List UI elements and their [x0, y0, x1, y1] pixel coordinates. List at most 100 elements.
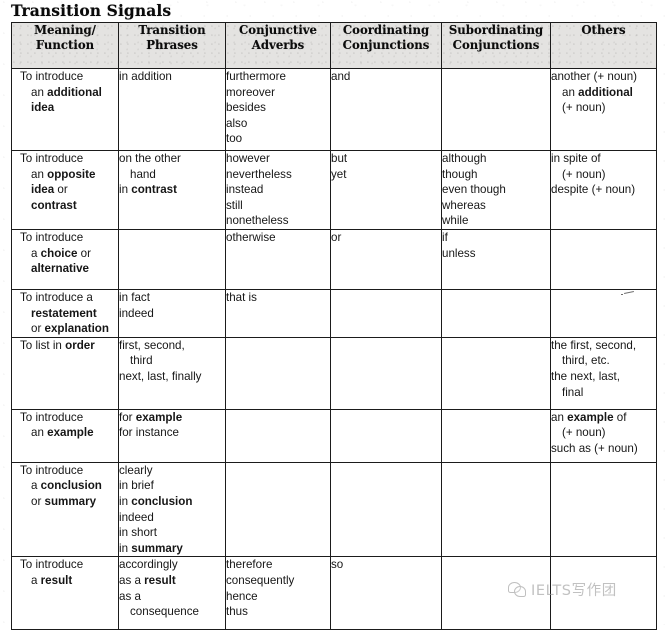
- cell-transition-phrases: [118, 228, 226, 290]
- cell-subordinating-conjunctions: although though even though whereas while: [441, 150, 551, 230]
- cell-line: (+ noun): [562, 101, 606, 115]
- cell-coordinating-conjunctions: [330, 461, 442, 558]
- cell-line: To introduce: [20, 558, 84, 572]
- cell-others: [550, 461, 657, 558]
- header-line-2: Phrases: [146, 37, 198, 52]
- table-row: To introduce a result accordingly as a res…: [11, 556, 657, 630]
- cell-line: an example: [31, 426, 94, 440]
- cell-line: while: [442, 214, 469, 228]
- cell-coordinating-conjunctions: so: [330, 556, 442, 630]
- cell-conjunctive-adverbs: [225, 336, 331, 410]
- cell-line: also: [226, 116, 248, 130]
- cell-line: To introduce: [20, 70, 84, 83]
- cell-conjunctive-adverbs: however nevertheless instead still nonethele…: [225, 150, 331, 230]
- cell-line: (+ noun): [562, 167, 606, 181]
- cell-function: To introduce an example: [11, 408, 119, 463]
- cell-line: and: [331, 70, 351, 83]
- cell-line: therefore: [226, 558, 273, 572]
- cell-coordinating-conjunctions: [330, 408, 442, 463]
- cell-transition-phrases: first, second, third next, last, finally: [118, 336, 226, 410]
- table-row: To list in order first, second, third next…: [11, 336, 657, 410]
- table-row: To introduce a conclusion or summary clear…: [11, 461, 657, 558]
- cell-line: an example of: [551, 410, 627, 424]
- cell-transition-phrases: accordingly as a result as a consequence: [118, 556, 226, 630]
- cell-line: To introduce a: [20, 290, 93, 304]
- table-row: To introduce an additional idea in additio…: [11, 68, 657, 151]
- cell-subordinating-conjunctions: [441, 336, 551, 410]
- cell-line: furthermore: [226, 70, 286, 83]
- cell-line: for instance: [119, 426, 179, 440]
- column-header-subordinating-conjunctions: Subordinating Conjunctions: [441, 22, 551, 69]
- cell-transition-phrases: in addition: [118, 68, 226, 151]
- cell-transition-phrases: in fact indeed: [118, 288, 226, 338]
- cell-function: To introduce a result: [11, 556, 119, 630]
- header-line-1: Meaning/: [34, 23, 96, 37]
- cell-line: still: [226, 198, 243, 212]
- cell-line: nonetheless: [226, 214, 289, 228]
- cell-function: To introduce a conclusion or summary: [11, 461, 119, 558]
- cell-line: if: [442, 230, 448, 244]
- table-row: To introduce a choice or alternative other…: [11, 228, 657, 290]
- cell-line: besides: [226, 101, 266, 115]
- table-row: To introduce an example for example for in…: [11, 408, 657, 463]
- cell-line: moreover: [226, 85, 275, 99]
- cell-line: alternative: [31, 262, 89, 276]
- header-line-1: Others: [581, 23, 626, 37]
- cell-coordinating-conjunctions: but yet: [330, 150, 442, 230]
- cell-line: or summary: [31, 494, 97, 508]
- cell-line: unless: [442, 246, 476, 260]
- cell-coordinating-conjunctions: and: [330, 68, 442, 151]
- column-header-others: Others: [550, 22, 657, 69]
- cell-line: despite (+ noun): [551, 183, 636, 197]
- table-row: To introduce an opposite idea or contrast o…: [11, 150, 657, 230]
- cell-line: such as (+ noun): [551, 441, 638, 455]
- cell-others: an example of (+ noun) such as (+ noun): [550, 408, 657, 463]
- cell-line: consequently: [226, 573, 295, 587]
- cell-line: restatement: [31, 306, 97, 320]
- cell-line: next, last, finally: [119, 369, 202, 383]
- header-line-1: Coordinating: [342, 23, 430, 37]
- cell-coordinating-conjunctions: or: [330, 228, 442, 290]
- cell-line: in spite of: [551, 152, 601, 165]
- cell-line: To list in order: [20, 338, 95, 352]
- cell-line: for example: [119, 410, 183, 424]
- cell-line: indeed: [119, 510, 154, 524]
- cell-line: contrast: [31, 198, 77, 212]
- header-line-1: Transition: [138, 23, 206, 37]
- cell-line: however: [226, 152, 270, 165]
- cell-coordinating-conjunctions: [330, 288, 442, 338]
- header-line-2: Function: [35, 37, 95, 52]
- cell-function: To introduce a restatement or explanation: [11, 288, 119, 338]
- cell-conjunctive-adverbs: therefore consequently hence thus: [225, 556, 331, 630]
- cell-line: yet: [331, 167, 347, 181]
- cell-line: hand: [130, 167, 156, 181]
- header-line-2: Adverbs: [251, 37, 305, 52]
- cell-line: indeed: [119, 306, 154, 320]
- cell-function: To introduce a choice or alternative: [11, 228, 119, 290]
- cell-line: To introduce: [20, 230, 84, 244]
- cell-line: To introduce: [20, 410, 84, 424]
- cell-line: in addition: [119, 70, 172, 83]
- cell-line: To introduce: [20, 463, 84, 477]
- cell-line: otherwise: [226, 230, 276, 244]
- cell-line: clearly: [119, 463, 153, 477]
- header-line-2: Conjunctions: [342, 37, 430, 52]
- cell-conjunctive-adverbs: [225, 408, 331, 463]
- header-line-1: Conjunctive: [238, 23, 317, 37]
- cell-line: a result: [31, 573, 73, 587]
- cell-subordinating-conjunctions: [441, 461, 551, 558]
- cell-line: a choice or: [31, 246, 91, 260]
- cell-transition-phrases: for example for instance: [118, 408, 226, 463]
- cell-line: too: [226, 132, 243, 146]
- header-line-1: Subordinating: [448, 23, 544, 37]
- cell-line: hence: [226, 589, 258, 603]
- cell-conjunctive-adverbs: otherwise: [225, 228, 331, 290]
- cell-line: in summary: [119, 541, 183, 555]
- cell-subordinating-conjunctions: [441, 556, 551, 630]
- cell-line: third, etc.: [562, 354, 610, 368]
- cell-line: the next, last,: [551, 369, 620, 383]
- cell-transition-phrases: on the other hand in contrast: [118, 150, 226, 230]
- cell-function: To introduce an opposite idea or contrast: [11, 150, 119, 230]
- cell-line: as a: [119, 589, 141, 603]
- cell-line: in conclusion: [119, 494, 193, 508]
